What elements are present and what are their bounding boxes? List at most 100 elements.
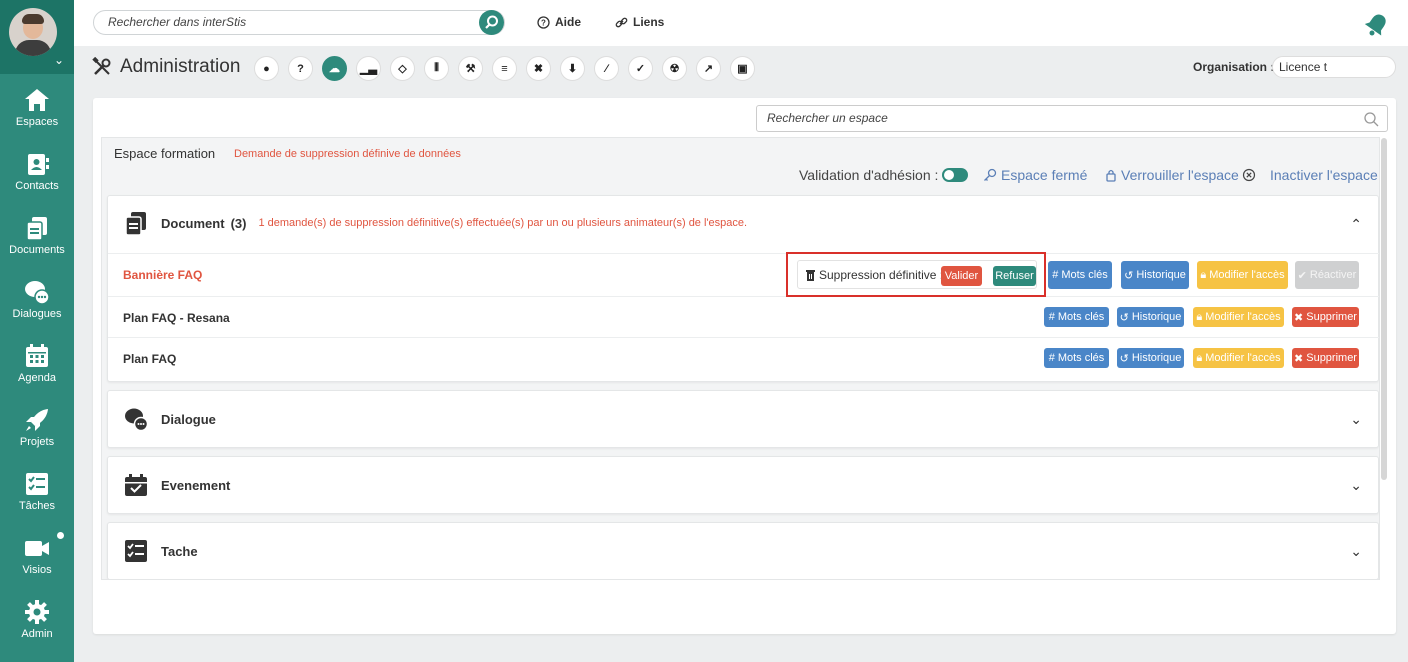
- history-icon: ↺: [1119, 311, 1129, 324]
- history-button[interactable]: ↺ Historique: [1121, 261, 1189, 289]
- user-menu[interactable]: ⌄: [0, 0, 74, 74]
- close-icon: ✖: [1294, 352, 1304, 365]
- sidebar-item-espaces[interactable]: Espaces: [0, 78, 74, 138]
- close-icon: ✖: [1294, 311, 1304, 324]
- document-name[interactable]: Plan FAQ: [123, 352, 176, 366]
- topbar: Rechercher dans interStis ? Aide Liens: [74, 0, 1408, 46]
- links-link[interactable]: Liens: [615, 15, 664, 29]
- space-search-input[interactable]: Rechercher un espace: [756, 105, 1388, 132]
- contacts-icon: [28, 154, 49, 175]
- sidebar-item-dialogues[interactable]: Dialogues: [0, 270, 74, 330]
- dialogue-section-header[interactable]: Dialogue: [123, 406, 216, 432]
- dialogue-section[interactable]: Dialogue ⌄: [107, 390, 1379, 448]
- keywords-button[interactable]: # Mots clés: [1044, 348, 1109, 368]
- cloud-icon[interactable]: ☁: [322, 56, 347, 81]
- sidebar-item-taches[interactable]: Tâches: [0, 462, 74, 522]
- hammer-icon[interactable]: ⚒: [458, 56, 483, 81]
- table-row: Plan FAQ - Resana # Mots clés ↺ Historique…: [108, 296, 1379, 338]
- tag-icon[interactable]: ◇: [390, 56, 415, 81]
- search-button[interactable]: [479, 10, 504, 35]
- modify-access-button[interactable]: 🔒︎ Modifier l'accès: [1197, 261, 1288, 289]
- deactivate-space-link[interactable]: Inactiver l'espace: [1242, 167, 1378, 183]
- dialogues-icon: [25, 281, 50, 305]
- list-icon[interactable]: ≡: [492, 56, 517, 81]
- search-icon[interactable]: [1363, 111, 1379, 127]
- chevron-down-icon[interactable]: ⌄: [1350, 543, 1362, 560]
- keywords-button[interactable]: # Mots clés: [1048, 261, 1112, 289]
- link-icon: [615, 17, 628, 27]
- space-container: Espace formation Demande de suppression …: [101, 137, 1380, 580]
- help-link[interactable]: ? Aide: [537, 15, 581, 29]
- help-icon[interactable]: ?: [288, 56, 313, 81]
- global-search-input[interactable]: Rechercher dans interStis: [93, 10, 505, 35]
- tache-section-header[interactable]: Tache: [123, 538, 198, 564]
- chart-icon[interactable]: ▁▃: [356, 56, 381, 81]
- organisation-label: Organisation :: [1193, 60, 1275, 74]
- validation-toggle-group: Validation d'adhésion :: [799, 167, 969, 183]
- history-button[interactable]: ↺ Historique: [1117, 348, 1184, 368]
- history-button[interactable]: ↺ Historique: [1117, 307, 1184, 327]
- history-label: Historique: [1131, 352, 1182, 364]
- terminal-icon[interactable]: ▣: [730, 56, 755, 81]
- document-name[interactable]: Plan FAQ - Resana: [123, 311, 230, 325]
- history-icon: ↺: [1119, 352, 1129, 365]
- sidebar-item-visios[interactable]: Visios: [0, 526, 74, 586]
- sidebar-item-projets[interactable]: Projets: [0, 398, 74, 458]
- main-panel: Rechercher un espace Espace formation De…: [93, 98, 1396, 634]
- radiation-icon[interactable]: ☢: [662, 56, 687, 81]
- user-icon[interactable]: ●: [254, 56, 279, 81]
- keywords-button[interactable]: # Mots clés: [1044, 307, 1109, 327]
- evenement-section[interactable]: Evenement ⌄: [107, 456, 1379, 514]
- calendar-icon: [26, 344, 48, 367]
- modify-access-label: Modifier l'accès: [1205, 352, 1281, 364]
- reactivate-button: ✔ Réactiver: [1295, 261, 1359, 289]
- sidebar-item-documents[interactable]: Documents: [0, 206, 74, 266]
- avatar[interactable]: [9, 8, 57, 56]
- space-search-placeholder: Rechercher un espace: [767, 111, 888, 125]
- document-section-header[interactable]: Document (3) 1 demande(s) de suppression…: [123, 210, 747, 236]
- keywords-label: Mots clés: [1061, 269, 1108, 281]
- hash-icon: #: [1052, 269, 1059, 281]
- home-icon: [25, 89, 49, 111]
- lock-space-link[interactable]: Verrouiller l'espace: [1105, 167, 1239, 183]
- document-name[interactable]: Bannière FAQ: [123, 268, 202, 282]
- sidebar-item-agenda[interactable]: Agenda: [0, 334, 74, 394]
- sidebar-item-admin[interactable]: Admin: [0, 590, 74, 650]
- sidebar-item-label: Dialogues: [12, 308, 62, 320]
- chevron-down-icon[interactable]: ⌄: [1350, 411, 1362, 428]
- video-icon: [25, 541, 49, 556]
- bell-icon[interactable]: [1364, 11, 1390, 37]
- plug-icon[interactable]: ⬇: [560, 56, 585, 81]
- keywords-label: Mots clés: [1057, 311, 1105, 323]
- evenement-section-header[interactable]: Evenement: [123, 472, 230, 498]
- document-section: Document (3) 1 demande(s) de suppression…: [107, 195, 1379, 382]
- organisation-select[interactable]: Licence t: [1272, 56, 1396, 78]
- delete-button[interactable]: ✖ Supprimer: [1292, 307, 1359, 327]
- space-warning: Demande de suppression définive de donné…: [234, 148, 461, 160]
- key-icon: [984, 168, 997, 181]
- tools-icon[interactable]: ✖: [526, 56, 551, 81]
- chevron-down-icon[interactable]: ⌄: [1350, 477, 1362, 494]
- closed-space-label: Espace fermé: [1001, 167, 1088, 183]
- documents-icon: [26, 217, 47, 241]
- delete-button[interactable]: ✖ Supprimer: [1292, 348, 1359, 368]
- modify-access-button[interactable]: 🔒︎ Modifier l'accès: [1193, 348, 1284, 368]
- documents-icon: [125, 212, 146, 236]
- wrench-icon[interactable]: ∕: [594, 56, 619, 81]
- deactivate-space-label: Inactiver l'espace: [1270, 167, 1378, 183]
- shield-icon[interactable]: ✓: [628, 56, 653, 81]
- scrollbar[interactable]: [1381, 138, 1387, 480]
- page-title: Administration: [120, 56, 241, 77]
- closed-space-link[interactable]: Espace fermé: [983, 167, 1087, 183]
- calendar-check-icon: [125, 474, 147, 496]
- sliders-icon[interactable]: ⫴: [424, 56, 449, 81]
- chevron-up-icon[interactable]: ⌃: [1350, 216, 1362, 233]
- history-label: Historique: [1136, 269, 1186, 281]
- highlight-box: [786, 252, 1046, 297]
- validation-toggle[interactable]: [942, 168, 969, 182]
- export-icon[interactable]: ↗: [696, 56, 721, 81]
- modify-access-button[interactable]: 🔒︎ Modifier l'accès: [1193, 307, 1284, 327]
- chevron-down-icon[interactable]: ⌄: [54, 54, 64, 66]
- sidebar-item-contacts[interactable]: Contacts: [0, 142, 74, 202]
- tache-section[interactable]: Tache ⌄: [107, 522, 1379, 579]
